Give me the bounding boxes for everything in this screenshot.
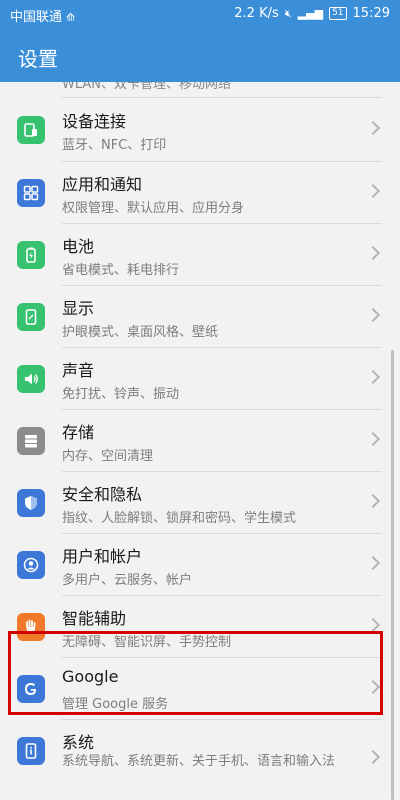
chevron-right-icon [365, 245, 381, 261]
carrier-label: 中国联通 [10, 10, 63, 25]
settings-item-title: 声音 [62, 361, 95, 380]
clock: 15:29 [352, 6, 390, 21]
battery-icon [17, 241, 45, 269]
app-bar: 设置 [0, 28, 400, 82]
display-icon [17, 303, 45, 331]
settings-item-title: 用户和帐户 [62, 547, 143, 566]
settings-item-sound[interactable]: 声音 免打扰、铃声、振动 [0, 348, 400, 410]
settings-item-subtitle: 指纹、人脸解锁、锁屏和密码、学生模式 [62, 511, 297, 526]
settings-item-users-accounts[interactable]: 用户和帐户 多用户、云服务、帐户 [0, 534, 400, 596]
usb-icon: ⟰ [66, 11, 76, 24]
page-title: 设置 [18, 47, 58, 71]
settings-item-subtitle: 内存、空间清理 [62, 449, 154, 464]
settings-item-subtitle: 护眼模式、桌面风格、壁纸 [62, 325, 219, 340]
settings-item-wireless-partial[interactable]: WLAN、双卡管理、移动网络 [0, 82, 400, 98]
chevron-right-icon [365, 120, 381, 136]
settings-item-subtitle: WLAN、双卡管理、移动网络 [62, 82, 232, 92]
chevron-right-icon [365, 307, 381, 323]
chevron-right-icon [365, 749, 381, 765]
settings-item-title: 显示 [62, 299, 95, 318]
battery-level: 51 [329, 7, 347, 20]
settings-item-title: 电池 [62, 237, 95, 256]
settings-item-display[interactable]: 显示 护眼模式、桌面风格、壁纸 [0, 286, 400, 348]
user-icon [17, 551, 45, 579]
settings-item-subtitle: 多用户、云服务、帐户 [62, 573, 193, 588]
shield-icon [17, 489, 45, 517]
settings-item-battery[interactable]: 电池 省电模式、耗电排行 [0, 224, 400, 286]
settings-item-subtitle: 省电模式、耗电排行 [62, 263, 180, 278]
status-bar: 中国联通 ⟰ 2.2 K/s 🔇︎ ▂▄▆ 51 15:29 [0, 0, 400, 28]
apps-icon [17, 179, 45, 207]
system-info-icon [17, 737, 45, 765]
settings-item-title: 安全和隐私 [62, 485, 143, 504]
settings-item-title: 智能辅助 [62, 609, 127, 628]
settings-item-subtitle: 系统导航、系统更新、关于手机、语言和输入法 [62, 754, 336, 769]
scrollbar[interactable] [391, 350, 394, 800]
network-speed: 2.2 K/s [234, 6, 279, 21]
settings-item-title: 存储 [62, 423, 95, 442]
chevron-right-icon [365, 617, 381, 633]
chevron-right-icon [365, 493, 381, 509]
settings-item-title: 系统 [62, 733, 95, 752]
settings-item-title: 应用和通知 [62, 175, 143, 194]
settings-item-subtitle: 蓝牙、NFC、打印 [62, 138, 167, 153]
settings-item-device-connection[interactable]: 设备连接 蓝牙、NFC、打印 [0, 99, 400, 161]
storage-icon [17, 427, 45, 455]
chevron-right-icon [365, 431, 381, 447]
settings-item-system[interactable]: 系统 系统导航、系统更新、关于手机、语言和输入法 [0, 720, 400, 800]
divider [62, 97, 382, 98]
mute-icon: 🔇︎ [284, 6, 292, 20]
highlight-box [8, 631, 383, 715]
sound-icon [17, 365, 45, 393]
chevron-right-icon [365, 183, 381, 199]
settings-item-apps-notifications[interactable]: 应用和通知 权限管理、默认应用、应用分身 [0, 162, 400, 224]
settings-item-subtitle: 免打扰、铃声、振动 [62, 387, 180, 402]
settings-item-subtitle: 权限管理、默认应用、应用分身 [62, 201, 245, 216]
device-connection-icon [17, 116, 45, 144]
chevron-right-icon [365, 369, 381, 385]
chevron-right-icon [365, 555, 381, 571]
signal-icon: ▂▄▆ [297, 7, 324, 20]
settings-item-title: 设备连接 [62, 112, 127, 131]
settings-item-security-privacy[interactable]: 安全和隐私 指纹、人脸解锁、锁屏和密码、学生模式 [0, 472, 400, 534]
settings-item-storage[interactable]: 存储 内存、空间清理 [0, 410, 400, 472]
